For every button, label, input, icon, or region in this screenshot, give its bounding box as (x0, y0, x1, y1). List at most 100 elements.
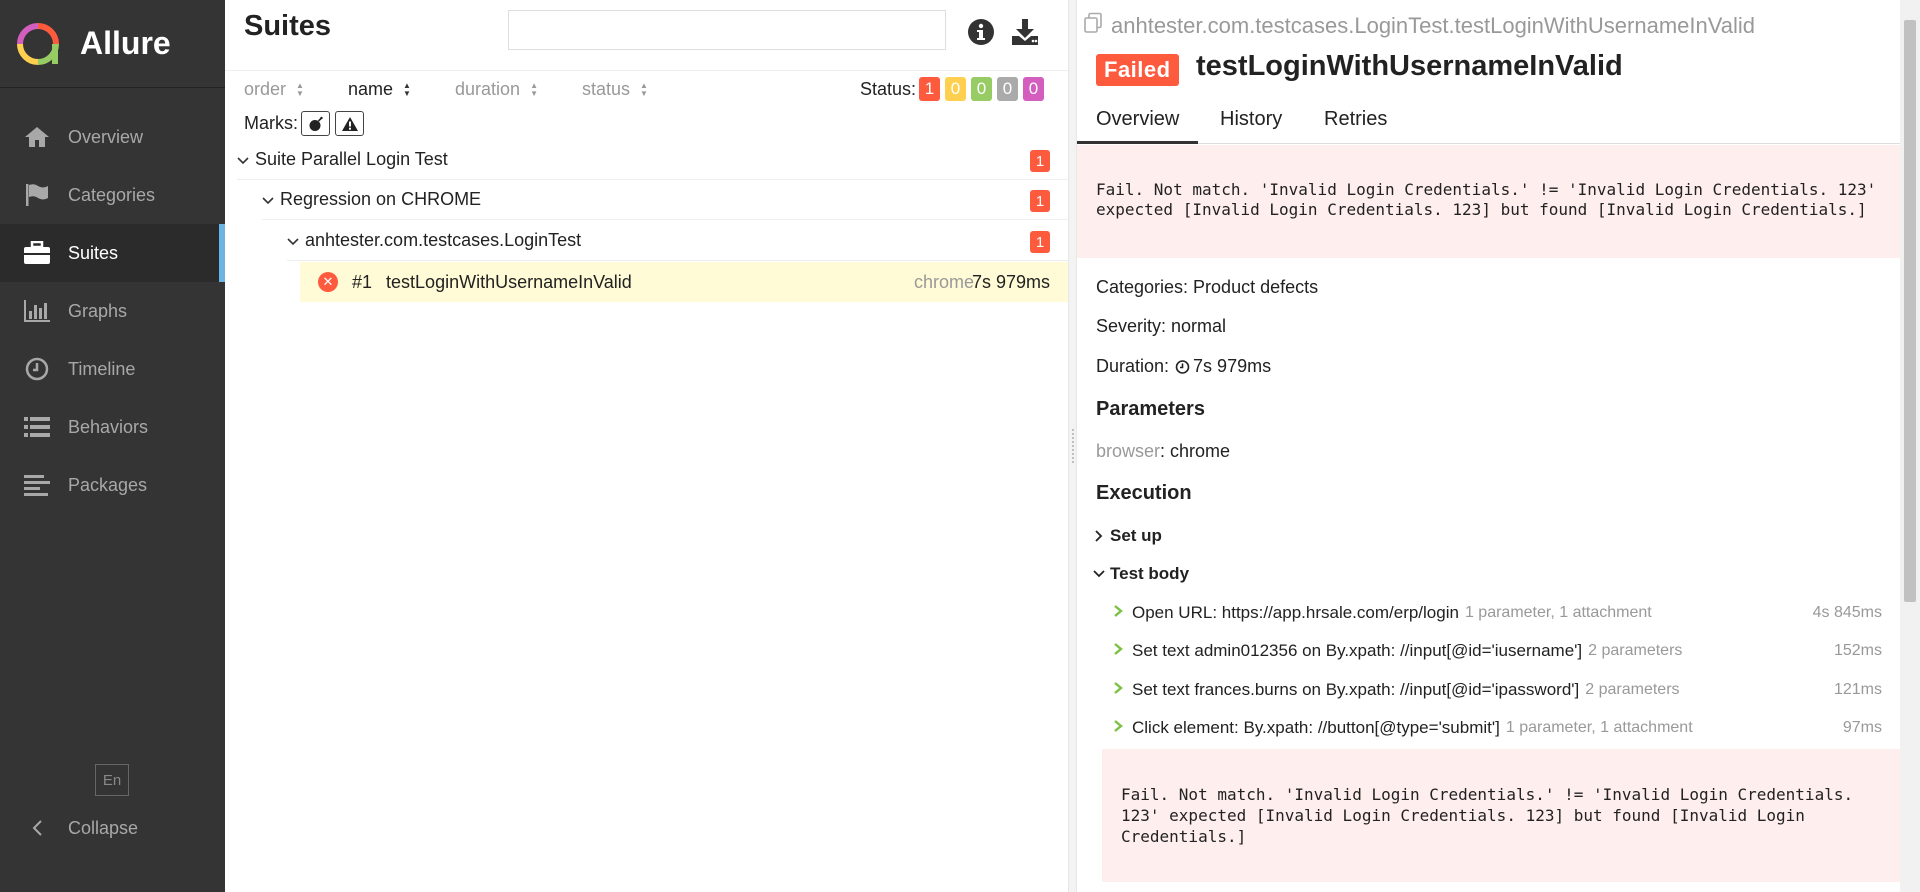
sort-status[interactable]: status ▲ ▼ (582, 79, 648, 100)
duration-value: 7s 979ms (1193, 356, 1272, 376)
page-title: Suites (244, 10, 332, 42)
status-passed-badge[interactable]: 0 (971, 77, 992, 101)
sort-arrows-icon: ▲ ▼ (530, 80, 538, 98)
step-meta: 1 parameter, 1 attachment (1505, 719, 1693, 736)
testbody-label: Test body (1110, 564, 1190, 583)
error-message: Fail. Not match. 'Invalid Login Credenti… (1077, 145, 1900, 258)
step-duration: 4s 845ms (1812, 604, 1882, 621)
language-switcher[interactable]: En (95, 764, 129, 796)
tab-history[interactable]: History (1201, 108, 1301, 144)
step-text: Open URL: https://app.hrsale.com/erp/log… (1132, 603, 1459, 622)
step-text: Click element: By.xpath: //button[@type=… (1132, 718, 1500, 737)
tree-row-suite[interactable]: Suite Parallel Login Test 1 (237, 140, 1068, 180)
test-case-duration: 7s 979ms (971, 271, 1050, 292)
tree-row-class[interactable]: anhtester.com.testcases.LoginTest 1 (287, 221, 1068, 261)
sidebar-item-label: Overview (68, 126, 144, 147)
sort-label: duration (455, 79, 521, 99)
sort-arrows-icon: ▲ ▼ (403, 80, 411, 98)
tree-row-label: anhtester.com.testcases.LoginTest (305, 230, 582, 250)
collapse-button[interactable]: Collapse (22, 812, 138, 844)
setup-label: Set up (1110, 526, 1162, 545)
chevron-down-icon (287, 233, 305, 249)
flaky-mark-button[interactable] (301, 111, 330, 136)
briefcase-icon (22, 239, 52, 267)
copy-icon[interactable] (1083, 12, 1105, 40)
flag-icon (22, 181, 52, 209)
step-error-message: Fail. Not match. 'Invalid Login Credenti… (1102, 749, 1900, 882)
status-filter-label: Status: (860, 79, 917, 99)
categories-line: Categories: Product defects (1096, 277, 1319, 297)
step-meta: 2 parameters (1585, 681, 1680, 698)
tab-overview[interactable]: Overview (1077, 108, 1199, 144)
test-case-row[interactable]: ✕ #1 testLoginWithUsernameInValid chrome… (300, 262, 1068, 302)
search-input[interactable] (508, 10, 946, 50)
test-case-browser: chrome (913, 271, 974, 292)
execution-heading: Execution (1096, 482, 1192, 504)
sidebar-nav: Overview Categories Suites Graphs Timeli… (0, 108, 225, 514)
duration-label: Duration: (1096, 356, 1170, 376)
setup-toggle[interactable]: Set up (1092, 526, 1162, 546)
test-title: testLoginWithUsernameInValid (1196, 50, 1623, 82)
sidebar-item-overview[interactable]: Overview (0, 108, 225, 166)
align-left-icon (22, 471, 52, 499)
sort-arrows-icon: ▲ ▼ (640, 80, 648, 98)
sort-label: order (244, 79, 287, 99)
status-broken-badge[interactable]: 0 (945, 77, 966, 101)
brand[interactable]: Allure (0, 0, 225, 88)
pane-splitter[interactable] (1068, 0, 1077, 892)
chevron-right-icon (1095, 530, 1103, 542)
step-meta: 2 parameters (1588, 642, 1683, 659)
status-badge: Failed (1096, 54, 1179, 86)
testbody-toggle[interactable]: Test body (1092, 564, 1189, 584)
step-row[interactable]: Set text frances.burns on By.xpath: //in… (1112, 674, 1882, 706)
download-icon[interactable] (1010, 17, 1040, 47)
chevron-right-icon (1112, 603, 1124, 623)
stopwatch-icon (1175, 359, 1190, 374)
sort-name[interactable]: name ▲ ▼ (348, 79, 411, 100)
status-failed-badge[interactable]: 1 (919, 77, 940, 101)
collapse-label: Collapse (68, 817, 139, 838)
sidebar-item-behaviors[interactable]: Behaviors (0, 398, 225, 456)
chevron-left-icon (22, 819, 52, 837)
tree-row-regression[interactable]: Regression on CHROME 1 (262, 180, 1068, 220)
tab-retries[interactable]: Retries (1305, 108, 1406, 144)
parameters-heading: Parameters (1096, 398, 1205, 420)
sidebar-item-graphs[interactable]: Graphs (0, 282, 225, 340)
sidebar-item-categories[interactable]: Categories (0, 166, 225, 224)
info-icon[interactable] (966, 17, 996, 47)
sidebar-item-timeline[interactable]: Timeline (0, 340, 225, 398)
sort-duration[interactable]: duration ▲ ▼ (455, 79, 538, 100)
new-failed-mark-button[interactable] (335, 111, 364, 136)
sidebar: Allure Overview Categories Suites Graphs (0, 0, 225, 892)
bomb-icon (309, 116, 323, 131)
app-name: Allure (80, 25, 171, 61)
sort-order[interactable]: order ▲ ▼ (244, 79, 304, 100)
sidebar-item-label: Suites (68, 242, 119, 263)
step-duration: 121ms (1833, 681, 1882, 698)
scrollbar-thumb[interactable] (1904, 20, 1916, 602)
status-unknown-badge[interactable]: 0 (1023, 77, 1044, 101)
count-badge: 1 (1030, 190, 1050, 212)
detail-scrollbar[interactable] (1900, 0, 1920, 892)
step-text: Set text admin012356 on By.xpath: //inpu… (1132, 641, 1583, 660)
tree-row-label: Suite Parallel Login Test (255, 149, 448, 169)
sidebar-item-label: Packages (68, 474, 148, 495)
step-row[interactable]: Click element: By.xpath: //button[@type=… (1112, 712, 1882, 744)
home-icon (22, 123, 52, 151)
drag-handle-icon (1071, 428, 1075, 464)
chevron-down-icon (262, 192, 280, 208)
step-text: Set text frances.burns on By.xpath: //in… (1132, 680, 1580, 699)
failed-status-icon: ✕ (318, 272, 338, 292)
sidebar-item-packages[interactable]: Packages (0, 456, 225, 514)
chevron-right-icon (1112, 641, 1124, 661)
step-duration: 97ms (1842, 719, 1882, 736)
status-skipped-badge[interactable]: 0 (997, 77, 1018, 101)
step-row[interactable]: Set text admin012356 on By.xpath: //inpu… (1112, 635, 1882, 667)
chevron-right-icon (1112, 718, 1124, 738)
step-duration: 152ms (1833, 642, 1882, 659)
test-full-name: anhtester.com.testcases.LoginTest.testLo… (1083, 12, 1755, 40)
step-meta: 1 parameter, 1 attachment (1464, 604, 1652, 621)
sidebar-item-suites[interactable]: Suites (0, 224, 225, 282)
sidebar-item-label: Behaviors (68, 416, 149, 437)
step-row[interactable]: Open URL: https://app.hrsale.com/erp/log… (1112, 597, 1882, 629)
